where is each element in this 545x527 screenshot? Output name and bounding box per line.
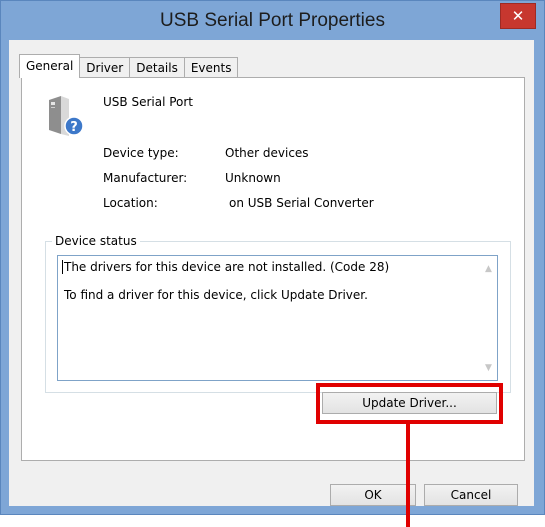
location-value: on USB Serial Converter xyxy=(229,196,374,210)
device-status-textbox[interactable]: The drivers for this device are not inst… xyxy=(57,255,498,381)
device-name: USB Serial Port xyxy=(103,95,194,109)
status-line-1: The drivers for this device are not inst… xyxy=(64,260,390,274)
device-type-label: Device type: xyxy=(103,146,179,160)
location-label: Location: xyxy=(103,196,158,210)
status-line-2: To find a driver for this device, click … xyxy=(64,288,368,302)
title-bar[interactable]: USB Serial Port Properties ✕ xyxy=(1,1,544,41)
tab-strip: General Driver Details Events xyxy=(19,54,239,78)
tab-events[interactable]: Events xyxy=(183,57,239,78)
scroll-down-icon[interactable]: ▼ xyxy=(480,359,497,376)
close-icon: ✕ xyxy=(511,6,525,25)
close-button[interactable]: ✕ xyxy=(500,3,536,29)
annotation-pointer-line xyxy=(406,424,410,527)
unknown-device-icon: ? xyxy=(49,96,84,136)
window-title: USB Serial Port Properties xyxy=(160,10,385,31)
ok-button[interactable]: OK xyxy=(330,484,416,506)
scroll-up-icon[interactable]: ▲ xyxy=(480,260,497,277)
status-scrollbar[interactable]: ▲ ▼ xyxy=(480,256,497,380)
tab-driver[interactable]: Driver xyxy=(79,57,131,78)
svg-text:?: ? xyxy=(70,120,78,135)
device-status-legend: Device status xyxy=(52,234,140,248)
update-driver-highlight-box xyxy=(316,383,503,424)
tab-general[interactable]: General xyxy=(19,54,81,78)
device-type-value: Other devices xyxy=(225,146,309,160)
text-caret xyxy=(62,260,63,274)
tab-details[interactable]: Details xyxy=(129,57,185,78)
cancel-button[interactable]: Cancel xyxy=(424,484,518,506)
manufacturer-label: Manufacturer: xyxy=(103,171,188,185)
manufacturer-value: Unknown xyxy=(225,171,281,185)
